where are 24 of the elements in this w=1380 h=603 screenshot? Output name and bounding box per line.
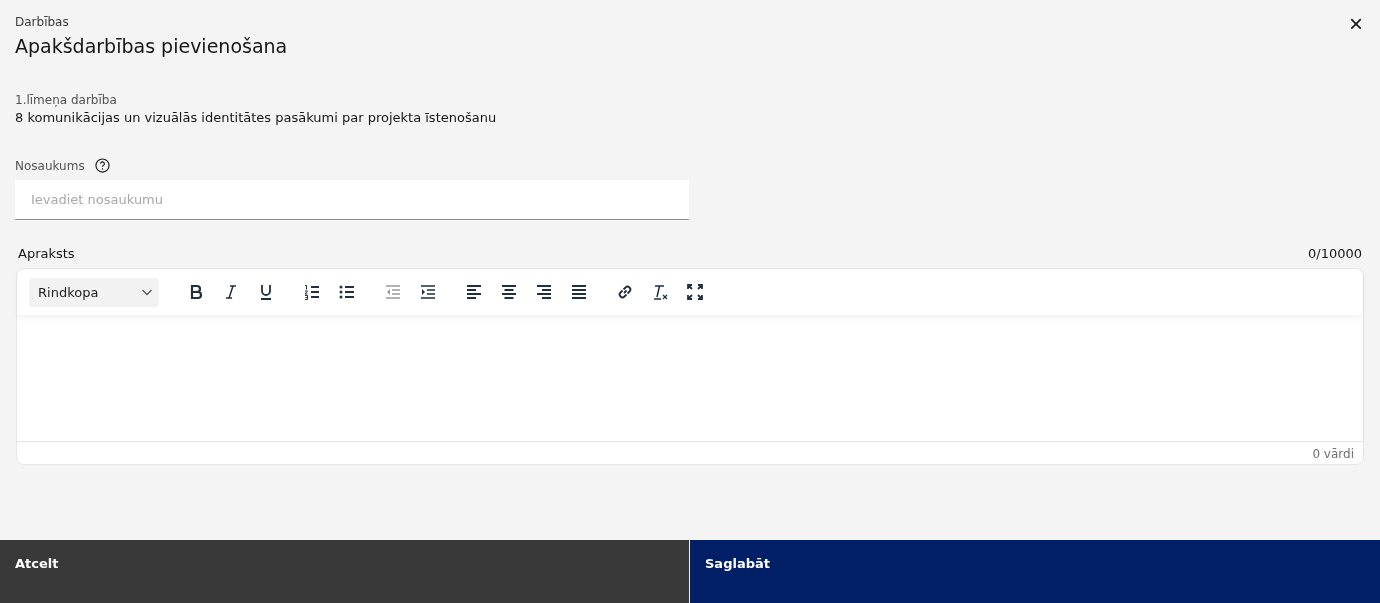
name-input-field[interactable]: Ievadiet nosaukumu xyxy=(15,180,689,220)
breadcrumb: Darbības xyxy=(15,15,70,29)
field-label: Apraksts xyxy=(18,246,75,261)
align-left-button[interactable] xyxy=(465,283,483,301)
cancel-button[interactable]: Atcelt xyxy=(0,540,689,603)
link-button[interactable] xyxy=(616,283,634,301)
dialog-title: Apakšdarbības pievienošana xyxy=(15,35,288,57)
indent-button[interactable] xyxy=(419,283,437,301)
align-right-button[interactable] xyxy=(535,283,553,301)
format-dropdown[interactable]: Rindkopa xyxy=(29,277,159,307)
save-button[interactable]: Saglabāt xyxy=(690,540,1380,603)
field-value: 8 komunikācijas un vizuālās identitātes pasākumi par projekta īstenošanu xyxy=(15,110,498,125)
justify-button[interactable] xyxy=(570,283,588,301)
help-icon[interactable] xyxy=(94,158,110,173)
word-count: 0 vārdi xyxy=(17,441,1363,464)
field-label: Nosaukums xyxy=(15,158,85,173)
close-button[interactable]: × xyxy=(1347,15,1365,33)
align-center-button[interactable] xyxy=(500,283,518,301)
clear-format-button[interactable] xyxy=(651,283,669,301)
field-label: 1.līmeņa darbība xyxy=(15,93,118,107)
bullet-list-button[interactable] xyxy=(338,283,356,301)
character-counter: 0/10000 xyxy=(1308,246,1362,261)
fullscreen-button[interactable] xyxy=(686,283,704,301)
ordered-list-button[interactable] xyxy=(303,283,321,301)
